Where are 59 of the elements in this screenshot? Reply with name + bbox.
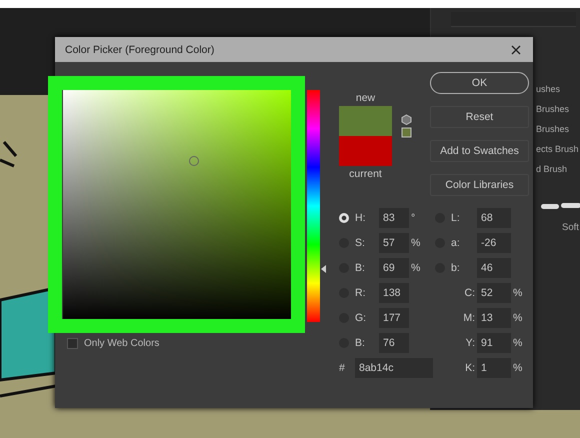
field-label: S: — [355, 237, 366, 249]
unit-label: % — [513, 312, 524, 324]
color-field[interactable] — [63, 88, 293, 322]
input-field[interactable]: 91 — [477, 333, 511, 353]
input-field[interactable]: -26 — [477, 233, 511, 253]
input-field[interactable]: 13 — [477, 308, 511, 328]
field-label: b: — [451, 262, 461, 274]
dialog-button[interactable]: Add to Swatches — [430, 140, 529, 162]
field-label: G: — [355, 312, 368, 324]
input-field[interactable]: 57 — [379, 233, 409, 253]
slider-arrow-icon[interactable] — [321, 264, 326, 273]
checkbox-label: Only Web Colors — [84, 338, 160, 349]
input-field[interactable]: 83 — [379, 208, 409, 228]
field-label: M: — [462, 312, 475, 324]
hex-input-field[interactable]: 8ab14c — [355, 358, 433, 378]
field-label: Y: — [464, 337, 475, 349]
panel-item[interactable]: Brushes — [536, 104, 579, 114]
color-marker[interactable] — [189, 156, 200, 166]
dialog-button[interactable]: Reset — [430, 106, 529, 128]
close-icon[interactable] — [511, 44, 521, 54]
field-label: R: — [355, 287, 366, 299]
input-field[interactable]: 52 — [477, 283, 511, 303]
field-label: B: — [355, 262, 366, 274]
input-field[interactable]: 46 — [477, 258, 511, 278]
input-field[interactable]: 138 — [379, 283, 409, 303]
panel-item[interactable]: d Brush — [536, 164, 579, 174]
input-field[interactable]: 1 — [477, 358, 511, 378]
hash-label: # — [339, 362, 346, 374]
input-field[interactable]: 69 — [379, 258, 409, 278]
field-label: K: — [464, 362, 475, 374]
brush-name: Soft — [562, 222, 579, 233]
unit-label: % — [513, 337, 524, 349]
input-field[interactable]: 68 — [477, 208, 511, 228]
ok-button[interactable]: OK — [430, 72, 529, 94]
unit-label: ° — [411, 212, 416, 224]
checkbox[interactable] — [67, 338, 78, 349]
radio-button[interactable] — [339, 213, 349, 223]
field-label: B: — [355, 337, 366, 349]
field-label: H: — [355, 212, 366, 224]
field-label: a: — [451, 237, 461, 249]
panel-item[interactable]: Brushes — [536, 124, 579, 134]
unit-label: % — [513, 362, 524, 374]
unit-label: % — [513, 287, 524, 299]
panel-item[interactable]: ushes — [536, 84, 579, 94]
window-title: Color Picker (Foreground Color) — [65, 44, 214, 56]
swatch-label: current — [349, 168, 382, 180]
field-label: C: — [464, 287, 475, 299]
unit-label: % — [411, 262, 422, 274]
current-color-swatch[interactable] — [339, 136, 392, 166]
swatch-label: new — [356, 92, 376, 104]
unit-label: % — [411, 237, 422, 249]
field-label: L: — [451, 212, 461, 224]
input-field[interactable]: 76 — [379, 333, 409, 353]
input-field[interactable]: 177 — [379, 308, 409, 328]
brush-stroke-drawing — [541, 202, 580, 210]
dialog-button[interactable]: Color Libraries — [430, 174, 529, 196]
cube-icon[interactable] — [401, 114, 412, 125]
square-icon[interactable] — [401, 127, 412, 138]
panel-item[interactable]: ects Brush — [536, 144, 579, 154]
